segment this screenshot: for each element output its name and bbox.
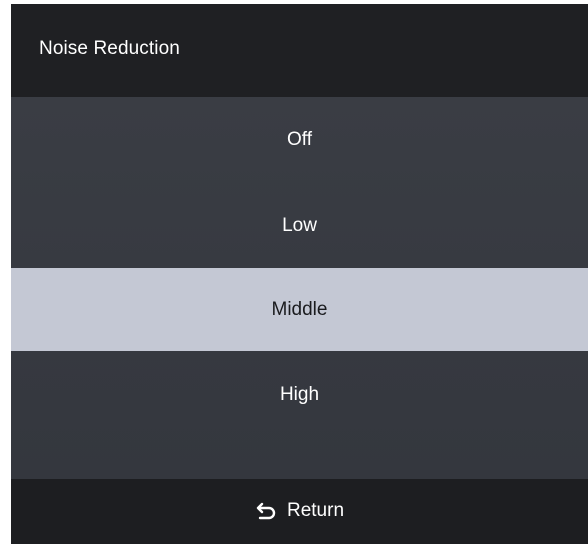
return-label: Return [286, 499, 345, 521]
menu-item-label: Low [282, 214, 317, 236]
return-arrow-icon [255, 501, 277, 521]
options-menu: Off Low Middle High [11, 97, 588, 479]
menu-item-middle[interactable]: Middle [11, 268, 588, 351]
return-button[interactable]: Return [255, 500, 344, 522]
menu-item-label: Off [287, 129, 312, 150]
menu-item-low[interactable]: Low [11, 183, 588, 268]
panel-header: Noise Reduction [11, 4, 588, 97]
menu-item-high[interactable]: High [11, 351, 588, 438]
menu-item-off[interactable]: Off [11, 97, 588, 183]
panel-footer: Return [11, 479, 588, 544]
menu-item-label: Middle [271, 298, 328, 320]
noise-reduction-panel: Noise Reduction Off Low Middle High Retu… [11, 4, 588, 544]
panel-title: Noise Reduction [39, 37, 180, 59]
menu-item-label: High [279, 383, 320, 405]
